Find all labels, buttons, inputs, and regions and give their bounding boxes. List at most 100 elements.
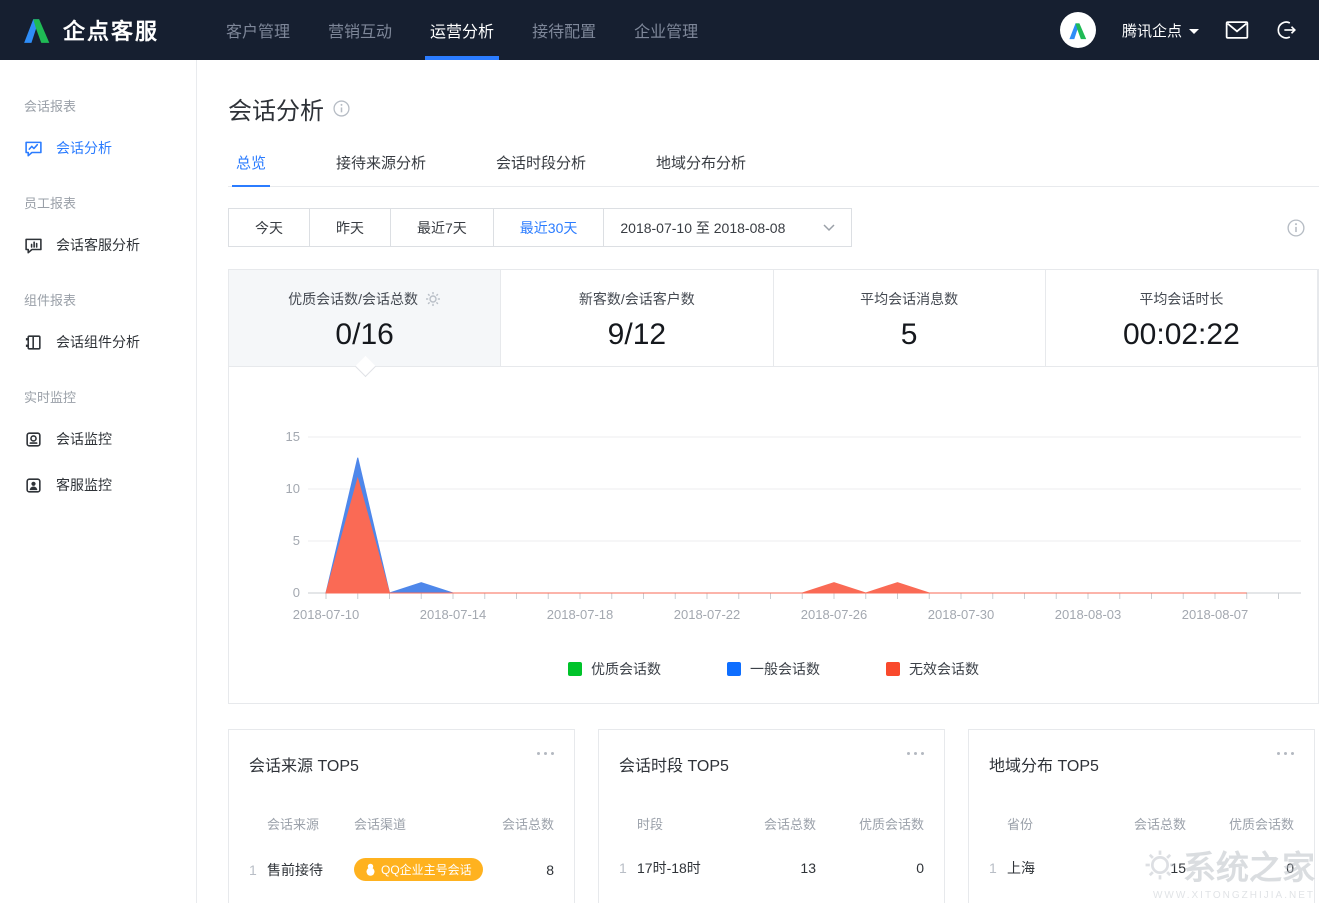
filter-last30days-button[interactable]: 最近30天 bbox=[494, 208, 605, 247]
table-row[interactable]: 117时-18时 13 0 bbox=[619, 858, 924, 878]
agent-icon bbox=[24, 476, 43, 495]
stat-card-avg-messages[interactable]: 平均会话消息数 5 bbox=[774, 270, 1046, 366]
sidebar-item-label: 会话监控 bbox=[56, 429, 112, 449]
sidebar-item-label: 会话组件分析 bbox=[56, 332, 140, 352]
chart-canvas: 0510152018-07-102018-07-142018-07-182018… bbox=[229, 367, 1318, 647]
stat-value: 9/12 bbox=[501, 318, 772, 352]
sidebar-item-session-analysis[interactable]: 会话分析 bbox=[0, 125, 196, 171]
nav-right: 腾讯企点 bbox=[1060, 12, 1297, 48]
svg-text:2018-07-30: 2018-07-30 bbox=[928, 607, 995, 622]
chevron-down-icon bbox=[823, 224, 835, 232]
nav-item-customer[interactable]: 客户管理 bbox=[207, 0, 309, 60]
tab-bar: 总览 接待来源分析 会话时段分析 地域分布分析 bbox=[228, 152, 1319, 187]
filter-today-button[interactable]: 今天 bbox=[228, 208, 310, 247]
chart-legend: 优质会话数 一般会话数 无效会话数 bbox=[229, 659, 1318, 679]
nav-item-reception[interactable]: 接待配置 bbox=[513, 0, 615, 60]
more-menu-icon[interactable] bbox=[905, 746, 926, 761]
column-header: 时段 bbox=[619, 814, 724, 833]
date-range-select[interactable]: 2018-07-10 至 2018-08-08 bbox=[603, 208, 852, 247]
component-icon bbox=[24, 333, 43, 352]
nav-item-enterprise[interactable]: 企业管理 bbox=[615, 0, 717, 60]
sidebar-group-staff-reports: 员工报表 bbox=[0, 183, 196, 222]
more-menu-icon[interactable] bbox=[1275, 746, 1296, 761]
table-header: 时段 会话总数 优质会话数 bbox=[619, 814, 924, 833]
svg-text:2018-07-18: 2018-07-18 bbox=[547, 607, 614, 622]
svg-text:2018-07-10: 2018-07-10 bbox=[293, 607, 360, 622]
filter-yesterday-button[interactable]: 昨天 bbox=[310, 208, 391, 247]
svg-text:2018-08-07: 2018-08-07 bbox=[1182, 607, 1249, 622]
table-header: 会话来源 会话渠道 会话总数 bbox=[249, 814, 554, 833]
chat-chart-icon bbox=[24, 139, 43, 158]
column-header: 会话来源 bbox=[249, 814, 354, 833]
table-row[interactable]: 1上海 15 0 bbox=[989, 858, 1294, 878]
page-title-row: 会话分析 bbox=[228, 91, 1319, 126]
column-header: 优质会话数 bbox=[816, 814, 924, 833]
tab-overview[interactable]: 总览 bbox=[228, 152, 274, 186]
sidebar-item-agent-monitor[interactable]: 客服监控 bbox=[0, 462, 196, 508]
more-menu-icon[interactable] bbox=[535, 746, 556, 761]
tab-source-analysis[interactable]: 接待来源分析 bbox=[328, 152, 434, 186]
sidebar-item-agent-analysis[interactable]: 会话客服分析 bbox=[0, 222, 196, 268]
logout-icon[interactable] bbox=[1275, 19, 1297, 41]
stat-label: 平均会话消息数 bbox=[860, 289, 958, 309]
table-session-source-top5: 会话来源 TOP5 会话来源 会话渠道 会话总数 1售前接待 QQ企业主号会话 bbox=[228, 729, 575, 903]
quality-value: 0 bbox=[1186, 860, 1294, 876]
stat-value: 00:02:22 bbox=[1046, 318, 1317, 352]
sidebar-group-component-reports: 组件报表 bbox=[0, 280, 196, 319]
account-name: 腾讯企点 bbox=[1122, 20, 1182, 41]
sidebar-item-session-monitor[interactable]: 会话监控 bbox=[0, 416, 196, 462]
channel-badge: QQ企业主号会话 bbox=[354, 858, 483, 881]
legend-label: 优质会话数 bbox=[591, 659, 661, 679]
total-value: 13 bbox=[724, 860, 816, 876]
gear-icon[interactable] bbox=[425, 291, 441, 307]
nav-item-analytics[interactable]: 运营分析 bbox=[411, 0, 513, 60]
sidebar-item-label: 客服监控 bbox=[56, 475, 112, 495]
legend-label: 无效会话数 bbox=[909, 659, 979, 679]
stat-card-quality-sessions[interactable]: 优质会话数/会话总数 0/16 bbox=[229, 270, 501, 366]
avatar[interactable] bbox=[1060, 12, 1096, 48]
channel-label: QQ企业主号会话 bbox=[381, 861, 472, 878]
nav-menu: 客户管理 营销互动 运营分析 接待配置 企业管理 bbox=[207, 0, 717, 60]
svg-text:5: 5 bbox=[293, 533, 300, 548]
mail-icon[interactable] bbox=[1225, 20, 1249, 40]
svg-text:2018-07-14: 2018-07-14 bbox=[420, 607, 487, 622]
legend-invalid-sessions[interactable]: 无效会话数 bbox=[886, 659, 979, 679]
sidebar: 会话报表 会话分析 员工报表 会话客服分析 组件报表 bbox=[0, 60, 197, 903]
stat-value: 0/16 bbox=[229, 318, 500, 352]
stat-card-avg-duration[interactable]: 平均会话时长 00:02:22 bbox=[1046, 270, 1318, 366]
table-row[interactable]: 1售前接待 QQ企业主号会话 8 bbox=[249, 858, 554, 881]
stat-label: 平均会话时长 bbox=[1139, 289, 1223, 309]
svg-text:2018-08-03: 2018-08-03 bbox=[1055, 607, 1122, 622]
legend-normal-sessions[interactable]: 一般会话数 bbox=[727, 659, 820, 679]
filter-last7days-button[interactable]: 最近7天 bbox=[391, 208, 494, 247]
tab-region-analysis[interactable]: 地域分布分析 bbox=[648, 152, 754, 186]
stat-card-new-customers[interactable]: 新客数/会话客户数 9/12 bbox=[501, 270, 773, 366]
overview-panel: 优质会话数/会话总数 0/16 新客数/会话客户数 9/12 bbox=[228, 269, 1319, 704]
legend-swatch-red bbox=[886, 662, 900, 676]
top5-tables-row: 会话来源 TOP5 会话来源 会话渠道 会话总数 1售前接待 QQ企业主号会话 bbox=[228, 729, 1319, 903]
column-header: 优质会话数 bbox=[1186, 814, 1294, 833]
legend-swatch-green bbox=[568, 662, 582, 676]
legend-label: 一般会话数 bbox=[750, 659, 820, 679]
filter-row: 今天 昨天 最近7天 最近30天 2018-07-10 至 2018-08-08 bbox=[228, 208, 1319, 247]
brand-name: 企点客服 bbox=[63, 14, 159, 46]
svg-text:10: 10 bbox=[286, 481, 300, 496]
table-title: 会话来源 TOP5 bbox=[249, 752, 554, 776]
legend-quality-sessions[interactable]: 优质会话数 bbox=[568, 659, 661, 679]
filter-info-icon[interactable] bbox=[1287, 219, 1305, 237]
tab-period-analysis[interactable]: 会话时段分析 bbox=[488, 152, 594, 186]
sidebar-item-component-analysis[interactable]: 会话组件分析 bbox=[0, 319, 196, 365]
sidebar-item-label: 会话客服分析 bbox=[56, 235, 140, 255]
table-title: 会话时段 TOP5 bbox=[619, 752, 924, 776]
rank: 1 bbox=[619, 860, 637, 876]
top-navbar: 企点客服 客户管理 营销互动 运营分析 接待配置 企业管理 腾讯企点 bbox=[0, 0, 1319, 60]
table-region-top5: 地域分布 TOP5 省份 会话总数 优质会话数 1上海 15 0 2广东 1 0 bbox=[968, 729, 1315, 903]
stat-label: 新客数/会话客户数 bbox=[579, 289, 695, 309]
nav-item-marketing[interactable]: 营销互动 bbox=[309, 0, 411, 60]
sessions-area-chart: 0510152018-07-102018-07-142018-07-182018… bbox=[229, 367, 1318, 679]
table-header: 省份 会话总数 优质会话数 bbox=[989, 814, 1294, 833]
date-range-value: 2018-07-10 至 2018-08-08 bbox=[620, 218, 785, 238]
title-info-icon[interactable] bbox=[333, 100, 350, 117]
account-dropdown[interactable]: 腾讯企点 bbox=[1122, 20, 1199, 41]
monitor-icon bbox=[24, 430, 43, 449]
